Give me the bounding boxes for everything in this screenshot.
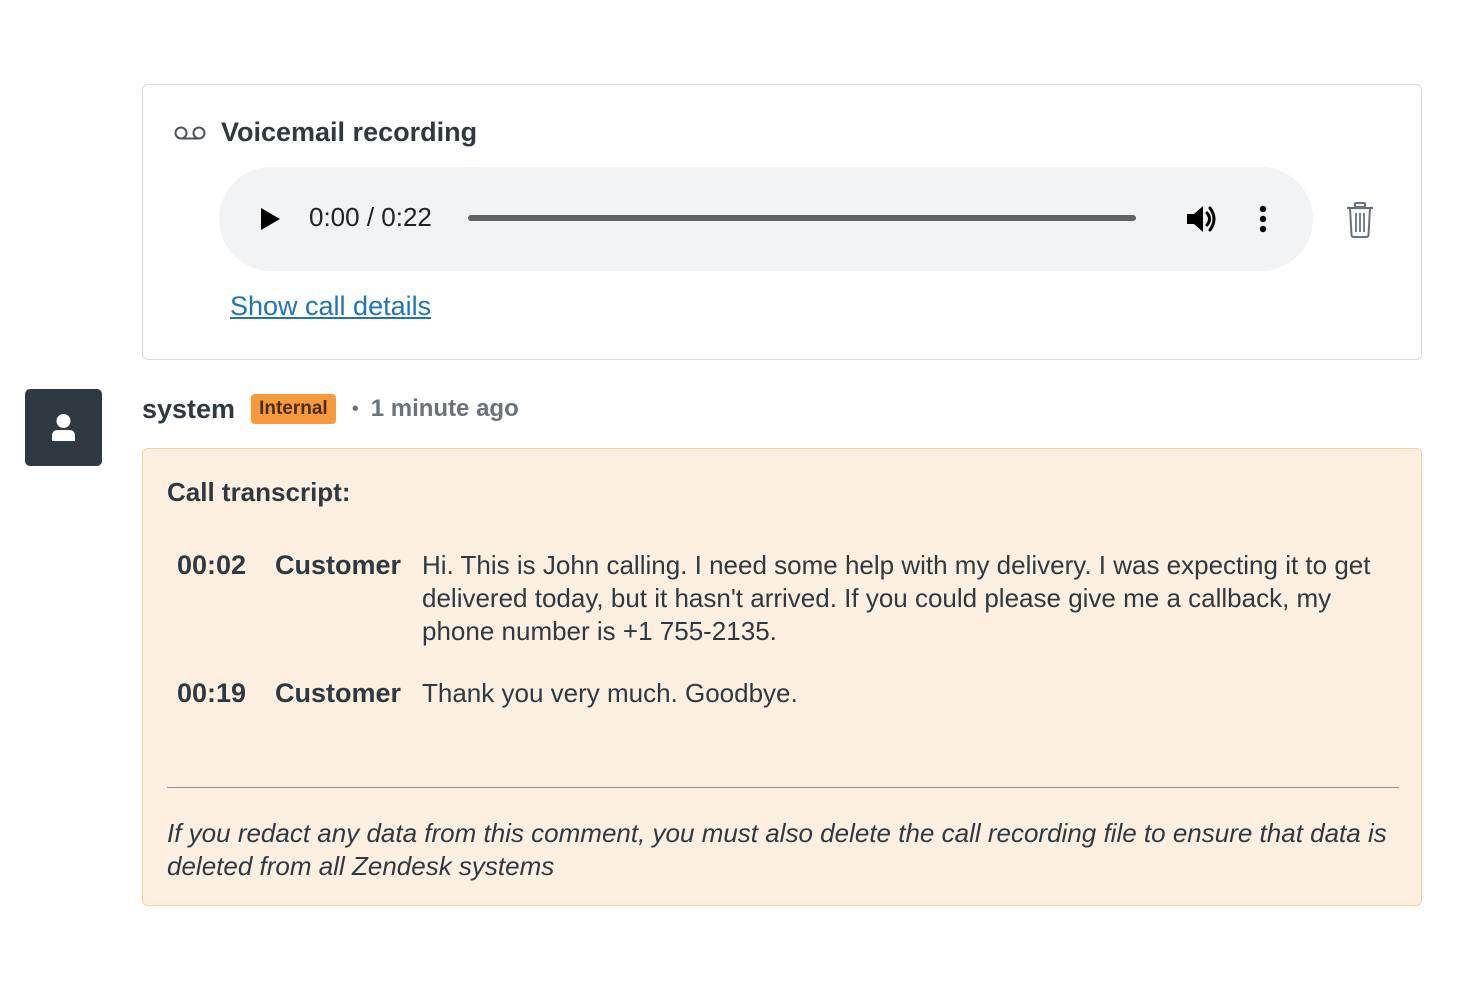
voicemail-card: Voicemail recording 0:00 / 0:22 Show cal… — [142, 84, 1422, 360]
playback-time: 0:00 / 0:22 — [309, 202, 432, 232]
transcript-text: Hi. This is John calling. I need some he… — [422, 550, 1371, 646]
transcript-time: 00:02 — [177, 550, 247, 580]
transcript-row: 00:02 Customer Hi. This is John calling.… — [177, 549, 1387, 648]
note-divider — [167, 787, 1399, 788]
transcript-heading: Call transcript: — [167, 477, 351, 507]
delete-recording-button[interactable] — [1344, 201, 1376, 239]
progress-slider[interactable] — [468, 215, 1136, 221]
redaction-notice: If you redact any data from this comment… — [167, 818, 1387, 881]
transcript-time: 00:19 — [177, 678, 247, 708]
audio-player[interactable]: 0:00 / 0:22 — [219, 167, 1313, 271]
trash-icon — [1347, 202, 1373, 238]
transcript-text: Thank you very much. Goodbye. — [422, 678, 798, 708]
comment-header: system Internal • 1 minute ago — [142, 392, 519, 426]
separator-dot: • — [351, 397, 359, 420]
user-icon — [52, 414, 75, 441]
show-call-details-link[interactable]: Show call details — [230, 291, 431, 322]
internal-note: Call transcript: 00:02 Customer Hi. This… — [142, 448, 1422, 906]
comment-timestamp[interactable]: 1 minute ago — [371, 395, 519, 423]
internal-badge: Internal — [251, 394, 336, 424]
transcript-row: 00:19 Customer Thank you very much. Good… — [177, 677, 1387, 710]
transcript-speaker: Customer — [275, 550, 402, 580]
more-options-icon — [1259, 205, 1267, 233]
more-options-button[interactable] — [1251, 201, 1275, 237]
voicemail-icon — [174, 126, 206, 139]
voicemail-header: Voicemail recording — [173, 117, 477, 148]
transcript-list: 00:02 Customer Hi. This is John calling.… — [177, 549, 1387, 739]
avatar — [25, 389, 102, 466]
voicemail-title: Voicemail recording — [221, 117, 478, 147]
comment-author: system — [142, 393, 236, 424]
transcript-speaker: Customer — [275, 678, 402, 708]
play-icon — [261, 208, 280, 230]
volume-icon — [1187, 206, 1216, 232]
play-button[interactable] — [255, 203, 285, 235]
volume-button[interactable] — [1183, 201, 1219, 237]
